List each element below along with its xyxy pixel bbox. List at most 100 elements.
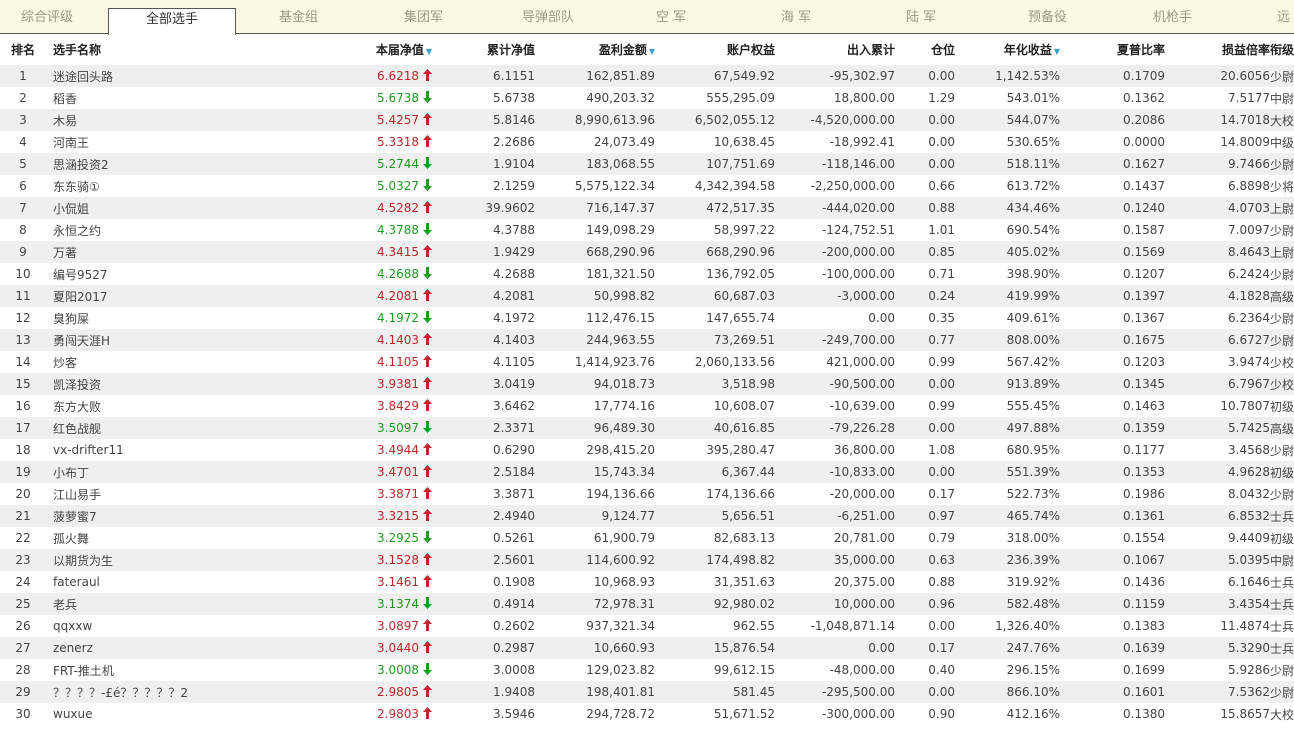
player-name[interactable]: 永恒之约 <box>46 219 198 241</box>
player-name[interactable]: 河南王 <box>46 131 198 153</box>
player-name[interactable]: 东方大败 <box>46 395 198 417</box>
col-player-name[interactable]: 选手名称 <box>46 34 198 65</box>
player-name[interactable]: 臭狗屎 <box>46 307 198 329</box>
position: 0.00 <box>895 461 955 483</box>
table-row[interactable]: 27 zenerz 3.0440 0.2987 10,660.93 15,876.54 0.… <box>0 637 1294 659</box>
tab-overall-rating[interactable]: 综合评级 <box>21 0 73 33</box>
player-name[interactable]: 凯泽投资 <box>46 373 198 395</box>
col-profit[interactable]: 盈利金额 ▼ <box>535 34 655 65</box>
tab-fund-group[interactable]: 基金组 <box>279 0 318 33</box>
player-name[interactable]: FRT-推土机 <box>46 659 198 681</box>
player-name[interactable]: qqxxw <box>46 615 198 637</box>
player-name[interactable]: 迷途回头路 <box>46 65 198 87</box>
current-nav: 4.1972 <box>198 307 432 329</box>
player-name[interactable]: 江山易手 <box>46 483 198 505</box>
sharpe-ratio: 0.1383 <box>1060 615 1165 637</box>
sort-down-icon[interactable]: ▼ <box>1054 47 1060 56</box>
tab-army-group[interactable]: 集团军 <box>404 0 443 33</box>
player-name[interactable]: 东东骑① <box>46 175 198 197</box>
current-nav: 2.9803 <box>198 703 432 725</box>
tab-reserve[interactable]: 预备役 <box>1028 0 1067 33</box>
table-row[interactable]: 8 永恒之约 4.3788 4.3788 149,098.29 58,997.22 -124… <box>0 219 1294 241</box>
col-annual-return[interactable]: 年化收益 ▼ <box>955 34 1060 65</box>
player-name[interactable]: 炒客 <box>46 351 198 373</box>
tab-missile-force[interactable]: 导弹部队 <box>522 0 574 33</box>
player-name[interactable]: 以期货为生 <box>46 549 198 571</box>
table-row[interactable]: 7 小侃姐 4.5282 39.9602 716,147.37 472,517.35 -44… <box>0 197 1294 219</box>
col-net-flow[interactable]: 出入累计 <box>775 34 895 65</box>
player-name[interactable]: 思涵投资2 <box>46 153 198 175</box>
player-name[interactable]: 小布丁 <box>46 461 198 483</box>
pl-ratio: 5.0395 <box>1165 549 1270 571</box>
table-row[interactable]: 4 河南王 5.3318 2.2686 24,073.49 10,638.45 -18,99… <box>0 131 1294 153</box>
table-row[interactable]: 20 江山易手 3.3871 3.3871 194,136.66 174,136.66 -2… <box>0 483 1294 505</box>
col-position[interactable]: 仓位 <box>895 34 955 65</box>
table-row[interactable]: 1 迷途回头路 6.6218 6.1151 162,851.89 67,549.92 -95… <box>0 65 1294 87</box>
tab-air-force[interactable]: 空 军 <box>656 0 686 33</box>
col-pl-ratio[interactable]: 损益倍率 <box>1165 34 1270 65</box>
net-flow: -118,146.00 <box>775 153 895 175</box>
account-equity: 581.45 <box>655 681 775 703</box>
profit-amount: 183,068.55 <box>535 153 655 175</box>
table-row[interactable]: 29 ？？？？-£é？？？？？2 2.9805 1.9408 198,401.81 581… <box>0 681 1294 703</box>
player-name[interactable]: 夏阳2017 <box>46 285 198 307</box>
sort-down-icon[interactable]: ▼ <box>426 47 432 56</box>
player-name[interactable]: vx-drifter11 <box>46 439 198 461</box>
player-name[interactable]: wuxue <box>46 703 198 725</box>
player-name[interactable]: 勇闯天涯H <box>46 329 198 351</box>
table-row[interactable]: 28 FRT-推土机 3.0008 3.0008 129,023.82 99,612.15… <box>0 659 1294 681</box>
player-name[interactable]: 小侃姐 <box>46 197 198 219</box>
profit-amount: 149,098.29 <box>535 219 655 241</box>
table-row[interactable]: 9 万著 4.3415 1.9429 668,290.96 668,290.96 -200,… <box>0 241 1294 263</box>
table-row[interactable]: 23 以期货为生 3.1528 2.5601 114,600.92 174,498.82 3… <box>0 549 1294 571</box>
table-row[interactable]: 14 炒客 4.1105 4.1105 1,414,923.76 2,060,133.56… <box>0 351 1294 373</box>
player-name[interactable]: 编号9527 <box>46 263 198 285</box>
table-row[interactable]: 15 凯泽投资 3.9381 3.0419 94,018.73 3,518.98 -90,5… <box>0 373 1294 395</box>
table-row[interactable]: 25 老兵 3.1374 0.4914 72,978.31 92,980.02 10,000… <box>0 593 1294 615</box>
table-row[interactable]: 18 vx-drifter11 3.4944 0.6290 298,415.20 395,… <box>0 439 1294 461</box>
player-name[interactable]: 稻香 <box>46 87 198 109</box>
table-row[interactable]: 3 木易 5.4257 5.8146 8,990,613.96 6,502,055.12-… <box>0 109 1294 131</box>
tab-all-players[interactable]: 全部选手 <box>108 8 236 35</box>
sort-down-icon[interactable]: ▼ <box>649 47 655 56</box>
table-row[interactable]: 21 菠萝蜜7 3.3215 2.4940 9,124.77 5,656.51 -6,251… <box>0 505 1294 527</box>
col-equity[interactable]: 账户权益 <box>655 34 775 65</box>
table-row[interactable]: 5 思涵投资2 5.2744 1.9104 183,068.55 107,751.69 -1… <box>0 153 1294 175</box>
tab-army[interactable]: 陆 军 <box>906 0 936 33</box>
player-name[interactable]: 菠萝蜜7 <box>46 505 198 527</box>
table-row[interactable]: 11 夏阳2017 4.2081 4.2081 50,998.82 60,687.03 -3… <box>0 285 1294 307</box>
col-current-nav[interactable]: 本届净值 ▼ <box>198 34 432 65</box>
current-nav: 3.0897 <box>198 615 432 637</box>
table-row[interactable]: 16 东方大败 3.8429 3.6462 17,774.16 10,608.07 -10,… <box>0 395 1294 417</box>
arrow-down-icon <box>423 267 432 279</box>
table-row[interactable]: 17 红色战舰 3.5097 2.3371 96,489.30 40,616.85 -79,… <box>0 417 1294 439</box>
table-row[interactable]: 13 勇闯天涯H 4.1403 4.1403 244,963.55 73,269.51 -2… <box>0 329 1294 351</box>
table-row[interactable]: 12 臭狗屎 4.1972 4.1972 112,476.15 147,655.74 0.0… <box>0 307 1294 329</box>
player-name[interactable]: zenerz <box>46 637 198 659</box>
col-sharpe[interactable]: 夏普比率 <box>1060 34 1165 65</box>
player-name[interactable]: 万著 <box>46 241 198 263</box>
cumulative-nav: 2.2686 <box>432 131 535 153</box>
table-row[interactable]: 10 编号9527 4.2688 4.2688 181,321.50 136,792.05… <box>0 263 1294 285</box>
player-name[interactable]: 孤火舞 <box>46 527 198 549</box>
table-row[interactable]: 30 wuxue 2.9803 3.5946 294,728.72 51,671.52 -3… <box>0 703 1294 725</box>
col-grade[interactable]: 衔级 <box>1270 34 1294 65</box>
pl-ratio: 6.2364 <box>1165 307 1270 329</box>
col-rank[interactable]: 排名 <box>0 34 46 65</box>
tab-far[interactable]: 远 <box>1277 0 1290 33</box>
tab-machine-gunner[interactable]: 机枪手 <box>1153 0 1192 33</box>
current-nav: 4.1105 <box>198 351 432 373</box>
player-name[interactable]: ？？？？-£é？？？？？2 <box>46 681 198 703</box>
tab-navy[interactable]: 海 军 <box>781 0 811 33</box>
table-row[interactable]: 19 小布丁 3.4701 2.5184 15,743.34 6,367.44 -10,83… <box>0 461 1294 483</box>
player-name[interactable]: 老兵 <box>46 593 198 615</box>
player-name[interactable]: fateraul <box>46 571 198 593</box>
table-row[interactable]: 26 qqxxw 3.0897 0.2602 937,321.34 962.55 -1,04… <box>0 615 1294 637</box>
table-row[interactable]: 24 fateraul 3.1461 0.1908 10,968.93 31,351.63… <box>0 571 1294 593</box>
table-row[interactable]: 2 稻香 5.6738 5.6738 490,203.32 555,295.09 18,80… <box>0 87 1294 109</box>
player-name[interactable]: 木易 <box>46 109 198 131</box>
table-row[interactable]: 22 孤火舞 3.2925 0.5261 61,900.79 82,683.13 20,78… <box>0 527 1294 549</box>
player-name[interactable]: 红色战舰 <box>46 417 198 439</box>
table-row[interactable]: 6 东东骑① 5.0327 2.1259 5,575,122.34 4,342,394.5… <box>0 175 1294 197</box>
col-cumulative-nav[interactable]: 累计净值 <box>432 34 535 65</box>
